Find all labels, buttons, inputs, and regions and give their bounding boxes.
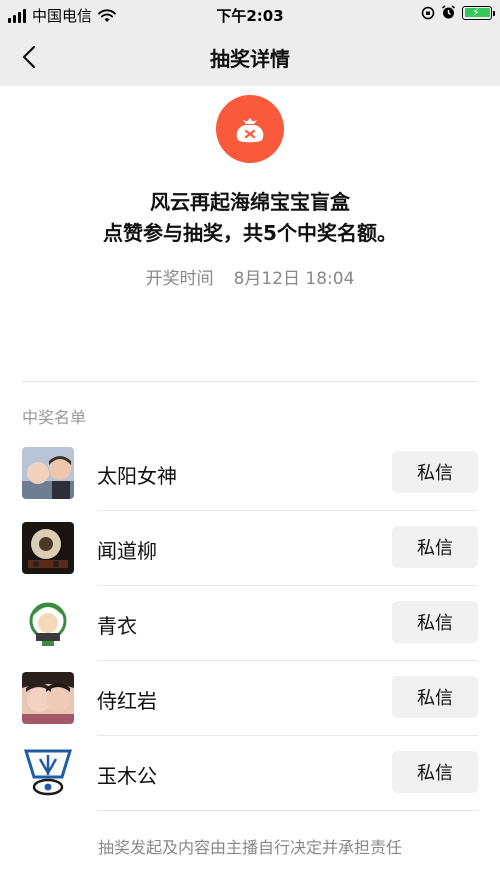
avatar[interactable] [22, 747, 74, 799]
avatar[interactable] [22, 597, 74, 649]
alarm-icon [442, 5, 455, 19]
draw-time-value: 8月12日 18:04 [233, 269, 355, 289]
row-divider [97, 735, 478, 736]
row-divider [97, 585, 478, 586]
lottery-description: 点赞参与抽奖，共5个中奖名额。 [103, 221, 397, 245]
page-title: 抽奖详情 [210, 47, 290, 71]
draw-time-label: 开奖时间 [145, 269, 214, 289]
winner-row: 闻道柳 私信 [22, 521, 478, 596]
disclaimer-text: 抽奖发起及内容由主播自行决定并承担责任 [97, 838, 402, 857]
private-message-button[interactable]: 私信 [392, 676, 478, 718]
winner-row: 玉木公 私信 [22, 746, 478, 821]
draw-time: 开奖时间 8月12日 18:04 [0, 264, 500, 289]
winner-name: 太阳女神 [97, 464, 177, 488]
battery-icon: ⚡ [462, 5, 495, 20]
private-message-button[interactable]: 私信 [392, 601, 478, 643]
winner-name: 玉木公 [97, 764, 157, 788]
avatar[interactable] [22, 447, 74, 499]
row-divider [97, 810, 478, 811]
avatar[interactable] [22, 672, 74, 724]
status-bar: 中国电信 下午2:03 ⚡ [0, 0, 500, 28]
lottery-title: 风云再起海绵宝宝盲盒 [150, 190, 350, 214]
private-message-button[interactable]: 私信 [392, 451, 478, 493]
winner-row: 太阳女神 私信 [22, 446, 478, 521]
avatar[interactable] [22, 522, 74, 574]
winner-name: 闻道柳 [97, 539, 157, 563]
winner-name: 青衣 [97, 614, 137, 638]
private-message-button[interactable]: 私信 [392, 751, 478, 793]
winners-title: 中奖名单 [22, 408, 87, 427]
gift-bag-icon [216, 95, 284, 163]
row-divider [97, 660, 478, 661]
private-message-button[interactable]: 私信 [392, 526, 478, 568]
winner-row: 青衣 私信 [22, 596, 478, 671]
section-divider [22, 381, 478, 382]
row-divider [97, 510, 478, 511]
status-right: ⚡ [421, 5, 495, 20]
nav-bar: 抽奖详情 [0, 28, 500, 86]
orientation-lock-icon [421, 6, 435, 19]
winner-name: 侍红岩 [97, 689, 157, 713]
winner-row: 侍红岩 私信 [22, 671, 478, 746]
